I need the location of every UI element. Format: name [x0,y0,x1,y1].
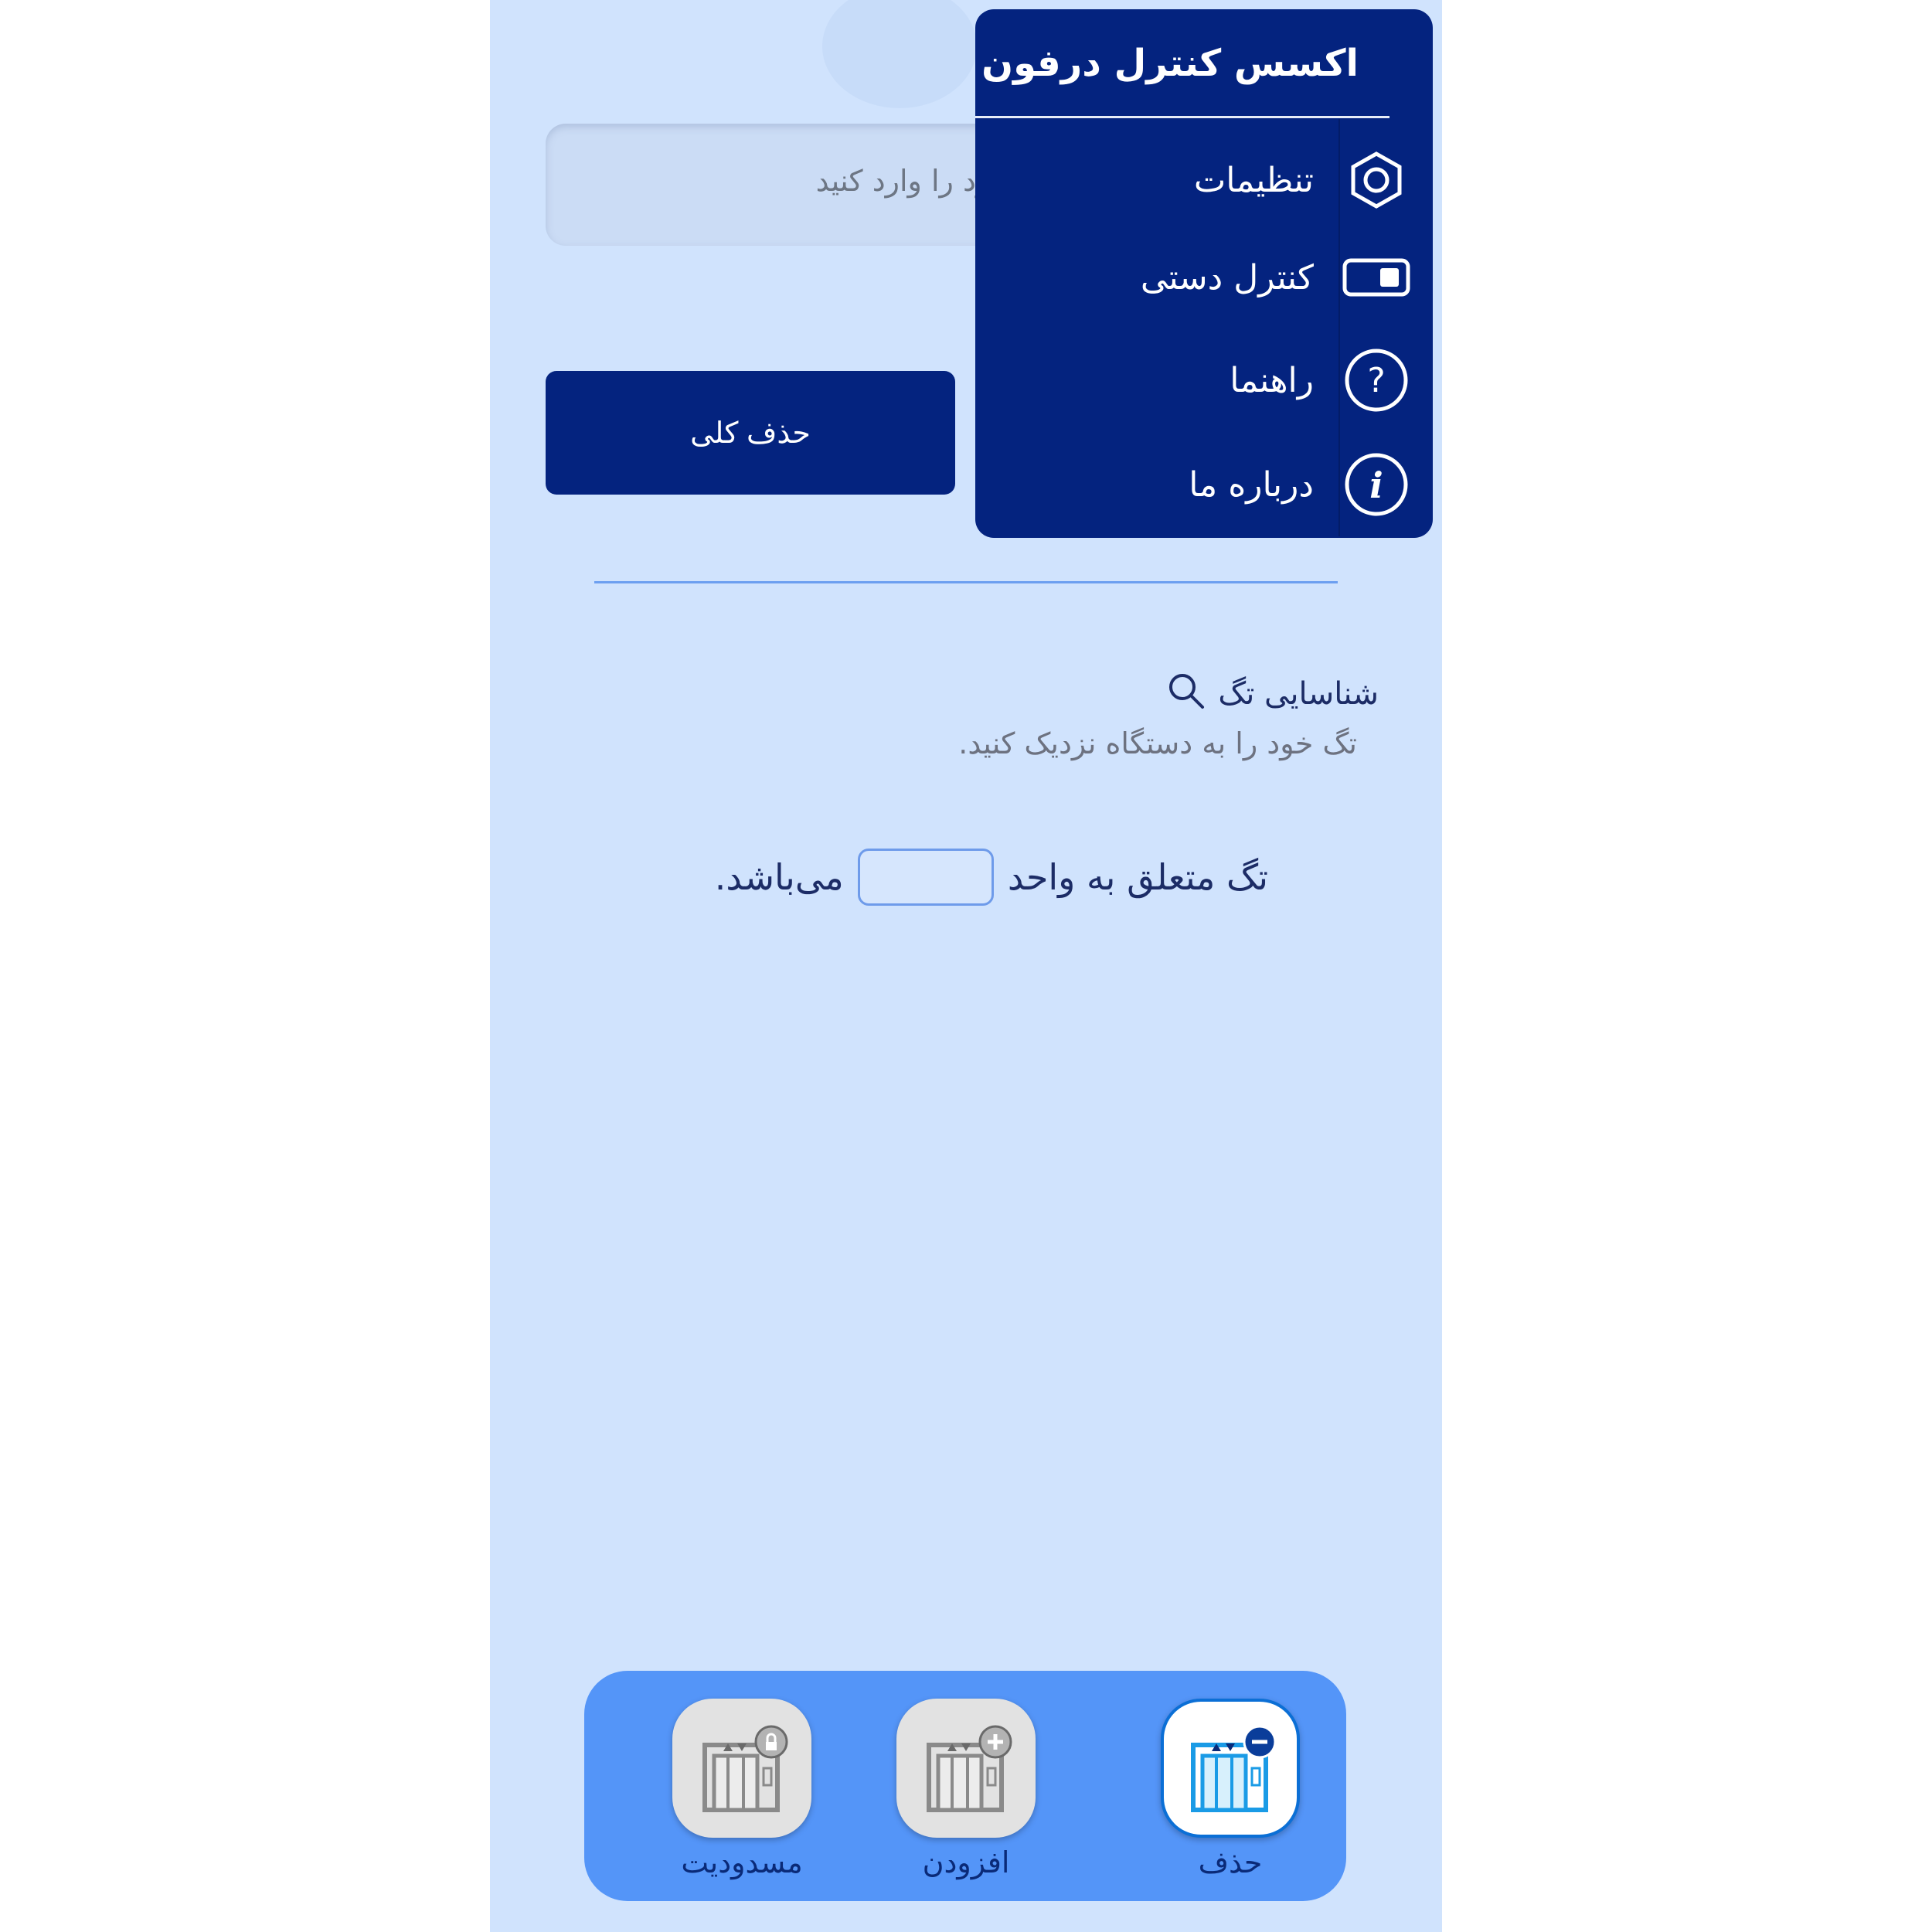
tag-detect-title: شناسایی تگ [1164,668,1379,719]
nav-label: افزودن [922,1845,1010,1879]
menu-item-manual-control[interactable]: کنترل دستی [994,235,1411,320]
unit-suffix: می‌باشد. [714,856,844,898]
menu-title: اکسس کنترل درفون [981,42,1359,85]
nav-label: حذف [1198,1845,1263,1879]
menu-item-settings[interactable]: تنظیمات [994,138,1411,223]
menu-item-help[interactable]: ? راهنما [994,338,1411,423]
elevator-remove-icon [1191,1725,1277,1812]
menu-item-label: درباره ما [1189,464,1314,505]
menu-item-about[interactable]: i درباره ما [994,442,1411,527]
tag-hint-text: تگ خود را به دستگاه نزدیک کنید. [958,726,1357,760]
menu-item-label: کنترل دستی [1140,257,1314,298]
bottom-navigation: حذف افزودن مسدودیت [584,1671,1346,1901]
unit-code-input[interactable]: خود را وارد کنید [546,124,1040,246]
nav-button[interactable] [896,1699,1036,1838]
menu-divider [975,116,1389,118]
nav-item-block[interactable]: مسدودیت [671,1699,813,1892]
divider [594,581,1338,583]
toggle-icon [1342,243,1411,312]
nav-item-add[interactable]: افزودن [895,1699,1037,1892]
menu-item-label: راهنما [1230,360,1314,400]
tag-unit-line: تگ متعلق به واحد می‌باشد. [681,846,1268,908]
background-blob [822,0,977,108]
search-icon [1164,668,1207,719]
elevator-add-icon [927,1725,1012,1812]
unit-number-field[interactable] [857,849,994,906]
nav-label: مسدودیت [681,1845,803,1879]
menu-item-label: تنظیمات [1193,160,1314,200]
info-icon: i [1342,450,1411,519]
svg-text:i: i [1369,464,1383,506]
dropdown-menu: اکسس کنترل درفون تنظیمات کنترل دستی ? را… [975,9,1433,538]
delete-all-button[interactable]: حذف کلی [546,371,955,495]
help-icon: ? [1342,345,1411,415]
svg-text:?: ? [1367,361,1385,400]
nav-button[interactable] [1161,1699,1300,1838]
gear-hexagon-icon [1342,145,1411,215]
unit-prefix: تگ متعلق به واحد [1007,856,1268,898]
nav-button[interactable] [672,1699,811,1838]
nav-item-remove[interactable]: حذف [1159,1699,1301,1892]
app-screen: خود را وارد کنید حذف کلی شناسایی تگ تگ خ… [490,0,1442,1932]
elevator-lock-icon [702,1725,788,1812]
tag-detect-label: شناسایی تگ [1218,676,1379,712]
